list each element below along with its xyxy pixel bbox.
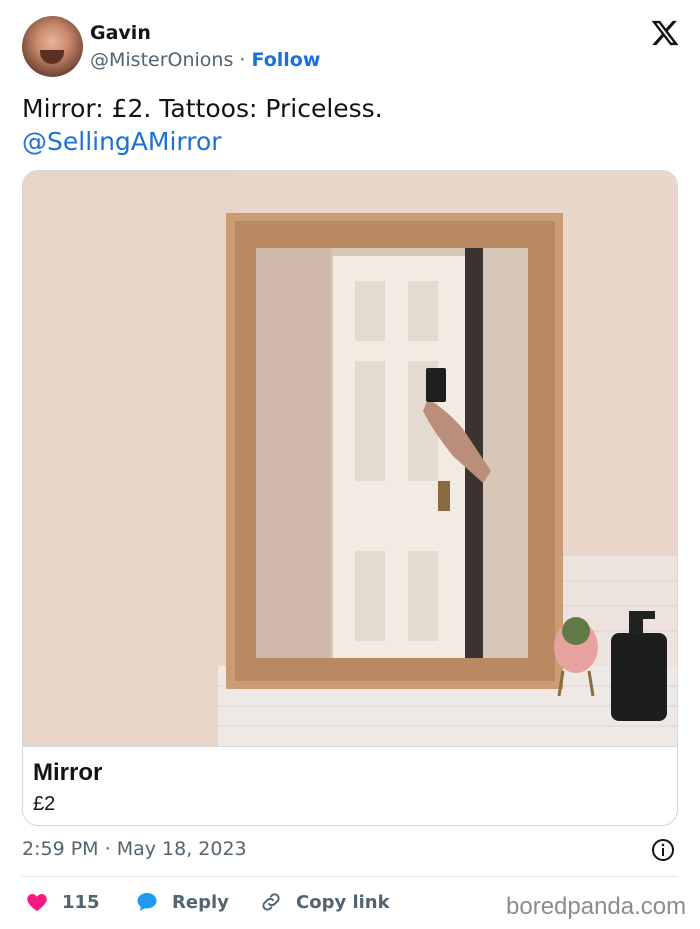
- watermark: boredpanda.com: [506, 893, 687, 920]
- tweet-time: 2:59 PM: [22, 838, 99, 860]
- copy-link-label: Copy link: [296, 891, 390, 913]
- card-price: £2: [33, 793, 56, 815]
- x-logo-icon[interactable]: [650, 18, 680, 48]
- timestamp-separator: ·: [104, 838, 111, 860]
- like-button[interactable]: 115: [24, 887, 100, 917]
- link-card[interactable]: Mirror £2: [22, 170, 678, 826]
- heart-icon: [27, 894, 47, 911]
- avatar[interactable]: [22, 16, 83, 77]
- tweet-date: May 18, 2023: [116, 838, 247, 860]
- tweet-timestamp[interactable]: 2:59 PM · May 18, 2023: [22, 838, 247, 860]
- tweet-text: Mirror: £2. Tattoos: Priceless. @Selling…: [22, 92, 682, 158]
- reply-bubble-icon: [137, 893, 157, 911]
- reply-button[interactable]: Reply: [134, 887, 229, 917]
- card-image[interactable]: [23, 171, 677, 746]
- card-title: Mirror: [33, 759, 103, 786]
- info-icon[interactable]: [651, 838, 675, 862]
- copy-link-button[interactable]: Copy link: [258, 887, 390, 917]
- follow-button[interactable]: Follow: [252, 49, 321, 71]
- reply-label: Reply: [172, 891, 229, 913]
- card-meta: Mirror £2: [23, 746, 677, 825]
- divider: [22, 876, 678, 877]
- author-name[interactable]: Gavin: [90, 22, 151, 44]
- tweet-header: Gavin @MisterOnions · Follow: [22, 16, 682, 78]
- tweet-body: Mirror: £2. Tattoos: Priceless.: [22, 94, 383, 123]
- mention-link[interactable]: @SellingAMirror: [22, 125, 682, 158]
- like-count: 115: [62, 891, 100, 913]
- link-icon: [262, 893, 280, 911]
- handle-separator: ·: [239, 49, 246, 71]
- author-handle-row: @MisterOnions · Follow: [90, 49, 320, 71]
- tweet-actions: 115 Reply Copy link: [22, 887, 492, 917]
- author-handle[interactable]: @MisterOnions: [90, 49, 233, 71]
